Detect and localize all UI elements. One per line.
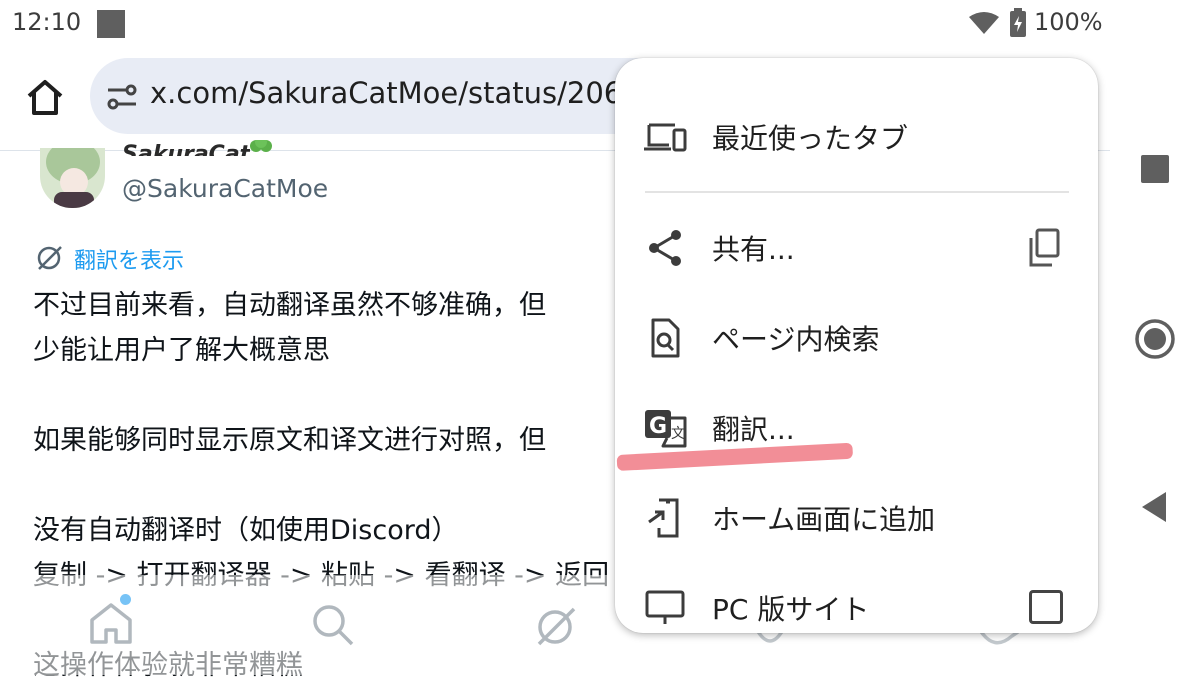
nav-home-icon[interactable] [88,600,134,646]
google-translate-icon: G 文 [645,410,687,448]
nav-notification-dot [120,594,131,605]
home-button[interactable] [1134,318,1176,360]
svg-text:G: G [649,414,667,439]
menu-divider [645,191,1069,193]
share-icon [649,230,681,266]
menu-item-label: ホーム画面に追加 [712,503,936,536]
wifi-icon [969,12,999,34]
display-name[interactable]: SakuraCat [122,138,250,156]
copy-icon[interactable] [1027,228,1061,268]
menu-item-add-to-home[interactable]: ホーム画面に追加 [615,476,1098,560]
menu-item-label: 翻訳... [712,413,795,446]
menu-item-label: 共有... [712,233,795,266]
desktop-icon [645,590,685,624]
menu-item-desktop-site[interactable]: PC 版サイト [615,566,1098,633]
svg-text:文: 文 [671,426,685,442]
menu-item-recent-tabs[interactable]: 最近使ったタブ [615,95,1098,179]
back-button[interactable] [1140,490,1168,524]
nav-search-icon[interactable] [310,602,356,648]
notification-icon [97,10,125,38]
menu-item-label: PC 版サイト [712,593,870,626]
show-translation-label[interactable]: 翻訳を表示 [74,243,184,275]
overflow-menu: 最近使ったタブ 共有... ページ内検索 G 文 翻訳... ホーム画面に追加 … [615,58,1098,633]
nav-grok-icon[interactable] [534,604,578,648]
site-settings-icon[interactable] [106,82,138,112]
desktop-site-checkbox[interactable] [1029,590,1063,624]
menu-item-share[interactable]: 共有... [615,206,1098,290]
menu-item-find-in-page[interactable]: ページ内検索 [615,296,1098,380]
home-icon[interactable] [25,78,65,116]
menu-item-label: ページ内検索 [712,323,880,356]
grok-translate-icon [37,246,62,270]
recents-button[interactable] [1141,155,1169,183]
menu-item-label: 最近使ったタブ [712,122,909,155]
devices-icon [644,123,687,152]
find-in-page-icon [651,318,680,358]
status-bar: 12:10 100% [0,0,1200,48]
add-to-home-icon [648,498,679,538]
url-text[interactable]: x.com/SakuraCatMoe/status/2060 [150,76,641,110]
avatar[interactable] [40,148,105,208]
clover-emoji-icon [250,140,272,152]
user-handle[interactable]: @SakuraCatMoe [122,174,328,203]
status-time: 12:10 [12,8,82,36]
battery-icon [1010,8,1026,37]
battery-percentage: 100% [1034,8,1103,36]
